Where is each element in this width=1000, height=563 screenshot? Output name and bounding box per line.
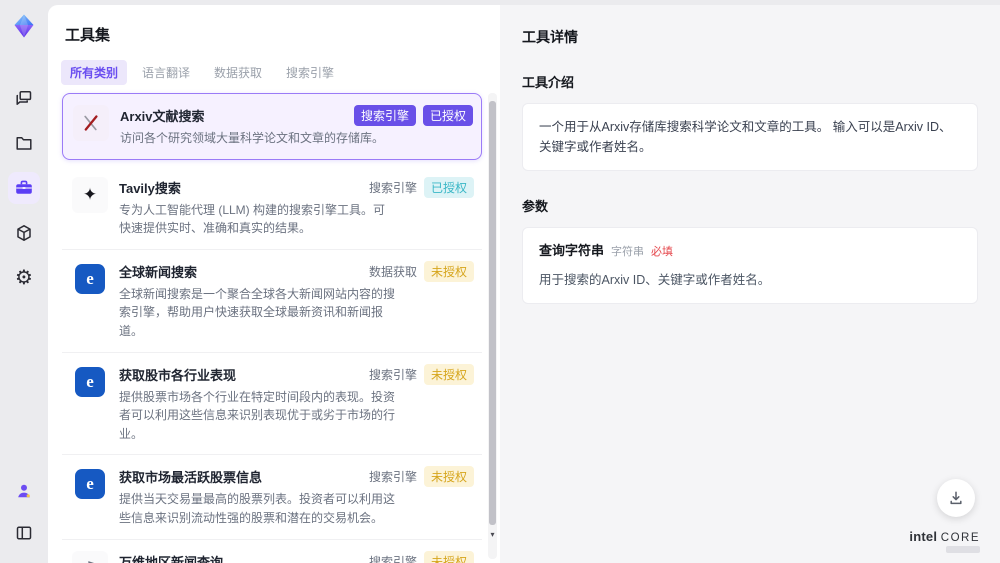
tool-tags: 数据获取 未授权 (368, 260, 474, 282)
sidebar-item-collapse[interactable] (8, 517, 40, 549)
tool-name: 获取市场最活跃股票信息 (119, 470, 263, 486)
tool-description: 访问各个研究领域大量科学论文和文章的存储库。 (120, 131, 385, 145)
intro-box: 一个用于从Arxiv存储库搜索科学论文和文章的工具。 输入可以是Arxiv ID… (522, 103, 978, 171)
tab-1[interactable]: 语言翻译 (133, 60, 199, 85)
tool-detail-panel: 工具详情 工具介绍 一个用于从Arxiv存储库搜索科学论文和文章的工具。 输入可… (500, 5, 1000, 563)
cube-icon (14, 223, 34, 243)
arxiv-icon (73, 105, 109, 141)
juhe-e-icon: e (72, 364, 108, 400)
param-description: 用于搜索的Arxiv ID、关键字或作者姓名。 (539, 272, 771, 287)
rail-bottom (0, 475, 48, 549)
juhe-e-icon: e (72, 261, 108, 297)
toolbox-icon (13, 177, 35, 199)
tool-description: 提供当天交易量最高的股票列表。投资者可以利用这些信息来识别流动性强的股票和潜在的… (119, 492, 396, 525)
tool-card[interactable]: e 全球新闻搜索全球新闻搜索是一个聚合全球各大新闻网站内容的搜索引擎，帮助用户快速… (62, 250, 482, 353)
auth-status-badge: 已授权 (423, 176, 474, 198)
tool-card[interactable]: e 获取市场最活跃股票信息提供当天交易量最高的股票列表。投资者可以利用这些信息来识… (62, 455, 482, 540)
tool-description: 专为人工智能代理 (LLM) 构建的搜索引擎工具。可快速提供实时、准确和真实的结… (119, 202, 386, 236)
auth-status-badge: 已授权 (422, 105, 473, 126)
param-header: 查询字符串 字符串 必填 (539, 241, 961, 262)
folder-icon (14, 133, 34, 153)
tool-name: 万维地区新闻查询 (119, 554, 224, 563)
user-icon (14, 481, 34, 501)
category-tag: 搜索引擎 (353, 105, 416, 126)
tool-card[interactable]: ✦ Tavily搜索专为人工智能代理 (LLM) 构建的搜索引擎工具。可快速提供实… (62, 166, 482, 250)
tool-tags: 搜索引擎 未授权 (368, 550, 474, 563)
param-required-badge: 必填 (651, 246, 674, 258)
tool-list-panel: 工具集 所有类别 语言翻译 数据获取 搜索引擎 Arxiv文献搜索 访问各个研究领域大量… (48, 5, 500, 563)
category-tag: 搜索引擎 (368, 180, 417, 195)
rail-nav: ⚙ (8, 82, 40, 294)
tool-tags: 搜索引擎 已授权 (353, 105, 473, 126)
tab-3[interactable]: 搜索引擎 (277, 60, 343, 85)
intro-text: 一个用于从Arxiv存储库搜索科学论文和文章的工具。 输入可以是Arxiv ID… (539, 120, 952, 154)
auth-status-badge: 未授权 (423, 363, 474, 385)
tool-name: Tavily搜索 (119, 180, 181, 196)
category-tag: 搜索引擎 (368, 470, 417, 485)
main-window: 工具集 所有类别 语言翻译 数据获取 搜索引擎 Arxiv文献搜索 访问各个研究领域大量… (48, 5, 1000, 563)
param-type: 字符串 (611, 246, 645, 258)
core-wordmark: CORE (940, 532, 980, 544)
category-tag: 搜索引擎 (368, 554, 417, 563)
sidebar-item-models[interactable] (8, 217, 40, 249)
tool-name: 全球新闻搜索 (119, 264, 198, 280)
sidebar-item-files[interactable] (8, 127, 40, 159)
download-button[interactable] (937, 479, 975, 517)
sidebar-item-chat[interactable] (8, 82, 40, 114)
tool-name: 获取股市各行业表现 (119, 367, 237, 383)
param-box: 查询字符串 字符串 必填 用于搜索的Arxiv ID、关键字或作者姓名。 (522, 227, 978, 304)
panel-toggle-icon (14, 523, 34, 543)
tool-list: Arxiv文献搜索 访问各个研究领域大量科学论文和文章的存储库。 搜索引擎 已授权 ✦ T… (48, 91, 500, 563)
tool-card[interactable]: e 获取股市各行业表现提供股票市场各个行业在特定时间段内的表现。投资者可以利用这些… (62, 353, 482, 456)
param-name: 查询字符串 (539, 243, 605, 258)
auth-status-badge: 未授权 (423, 550, 474, 563)
tool-description: 全球新闻搜索是一个聚合全球各大新闻网站内容的搜索引擎，帮助用户快速获取全球最新资… (119, 286, 396, 338)
category-tabs: 所有类别 语言翻译 数据获取 搜索引擎 (48, 45, 500, 91)
sidebar-item-tools[interactable] (8, 172, 40, 204)
auth-status-badge: 未授权 (423, 466, 474, 488)
sidebar-item-user[interactable] (8, 475, 40, 507)
category-tag: 搜索引擎 (368, 367, 417, 382)
list-scrollbar-thumb[interactable] (489, 101, 496, 525)
juhe-e-icon: e (72, 466, 108, 502)
intro-heading: 工具介绍 (522, 75, 575, 90)
auth-status-badge: 未授权 (423, 260, 474, 282)
tool-card[interactable]: 万维地区新闻查询查询具体行政区划内的新闻，快速了解各地新闻动搜索引擎未授权 (62, 540, 482, 563)
intel-core-badge: intel CORE (909, 529, 980, 553)
gem-logo-icon (10, 12, 38, 40)
left-rail: ⚙ (0, 0, 48, 563)
tool-tags: 搜索引擎 未授权 (368, 363, 474, 385)
building-icon (72, 550, 108, 563)
tool-tags: 搜索引擎 未授权 (368, 466, 474, 488)
app-logo[interactable] (8, 10, 40, 42)
intel-wordmark: intel (909, 529, 938, 544)
tool-description: 提供股票市场各个行业在特定时间段内的表现。投资者可以利用这些信息来识别表现优于或… (119, 389, 396, 441)
app-window: ⚙ 工具集 所有类别 语言翻译 数据获取 搜索引擎 Arxiv文献搜索 访问各个研究领域… (0, 0, 1000, 563)
tab-2[interactable]: 数据获取 (205, 60, 271, 85)
tool-card[interactable]: Arxiv文献搜索 访问各个研究领域大量科学论文和文章的存储库。 搜索引擎 已授权 (62, 93, 482, 160)
detail-title: 工具详情 (522, 29, 578, 45)
tavily-icon: ✦ (72, 176, 108, 213)
page-title: 工具集 (65, 27, 111, 44)
intel-sub-badge (946, 546, 980, 553)
scroll-down-arrow[interactable]: ▾ (488, 530, 497, 539)
tab-0[interactable]: 所有类别 (61, 60, 128, 85)
download-icon (947, 489, 965, 507)
sidebar-item-settings[interactable]: ⚙ (8, 262, 40, 294)
category-tag: 数据获取 (368, 264, 417, 279)
intel-core-logo: intel CORE (909, 529, 980, 544)
gear-icon: ⚙ (15, 267, 33, 289)
tool-tags: 搜索引擎 已授权 (368, 176, 474, 198)
chat-icon (14, 88, 34, 108)
params-heading: 参数 (522, 199, 549, 214)
